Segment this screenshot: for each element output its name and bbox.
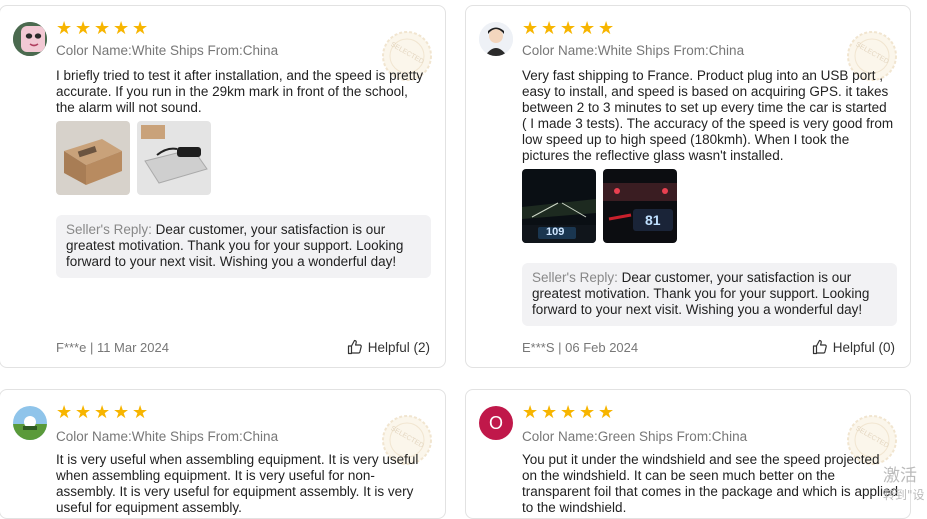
seller-reply: Seller's Reply: Dear customer, your sati…: [56, 215, 431, 278]
avatar-letter: O: [488, 412, 503, 433]
review-photo[interactable]: 109: [522, 169, 596, 243]
product-variant: Color Name:White Ships From:China: [56, 429, 279, 444]
star-icon: ★: [132, 18, 149, 38]
review-author-date: E***S | 06 Feb 2024: [522, 340, 639, 355]
star-icon: ★: [75, 402, 92, 422]
helpful-count: Helpful (0): [832, 339, 895, 355]
review-text: Very fast shipping to France. Product pl…: [522, 68, 894, 163]
star-icon: ★: [94, 18, 111, 38]
watermark-line-2: 转到"设: [883, 488, 925, 502]
seller-reply-label: Seller's Reply:: [532, 270, 618, 285]
reviewer-avatar: [13, 22, 47, 56]
helpful-button[interactable]: Helpful (2): [347, 339, 430, 355]
rating-stars: ★ ★ ★ ★ ★: [56, 18, 149, 38]
rating-stars: ★ ★ ★ ★ ★: [522, 18, 615, 38]
star-icon: ★: [56, 18, 73, 38]
watermark-line-1: 激活: [883, 466, 917, 486]
star-icon: ★: [541, 402, 558, 422]
rating-stars: ★ ★ ★ ★ ★: [56, 402, 149, 422]
reviewer-avatar: O: [479, 406, 513, 440]
seller-reply-label: Seller's Reply:: [66, 222, 152, 237]
reviewer-avatar: [13, 406, 47, 440]
review-author-date: F***e | 11 Mar 2024: [56, 340, 169, 355]
seller-reply: Seller's Reply: Dear customer, your sati…: [522, 263, 897, 326]
review-photo[interactable]: [56, 121, 130, 195]
review-photo[interactable]: 81: [603, 169, 677, 243]
star-icon: ★: [579, 18, 596, 38]
star-icon: ★: [522, 402, 539, 422]
star-icon: ★: [132, 402, 149, 422]
helpful-count: Helpful (2): [367, 339, 430, 355]
speed-display-photo-label: 109: [546, 226, 565, 238]
helpful-button[interactable]: Helpful (0): [812, 339, 895, 355]
product-variant: Color Name:White Ships From:China: [56, 43, 279, 58]
star-icon: ★: [94, 402, 111, 422]
review-card: ★ ★ ★ ★ ★ Color Name:White Ships From:Ch…: [0, 5, 446, 368]
activation-watermark-sub: 转到"设: [883, 486, 925, 503]
review-photo[interactable]: [137, 121, 211, 195]
star-icon: ★: [522, 18, 539, 38]
star-icon: ★: [598, 402, 615, 422]
star-icon: ★: [598, 18, 615, 38]
star-icon: ★: [541, 18, 558, 38]
reviewer-avatar: [479, 22, 513, 56]
speed-display-photo-label: 81: [645, 212, 661, 228]
review-card: O ★ ★ ★ ★ ★ Color Name:Green Ships From:…: [465, 389, 911, 519]
rating-stars: ★ ★ ★ ★ ★: [522, 402, 615, 422]
star-icon: ★: [579, 402, 596, 422]
star-icon: ★: [113, 18, 130, 38]
star-icon: ★: [560, 18, 577, 38]
star-icon: ★: [560, 402, 577, 422]
review-card: ★ ★ ★ ★ ★ Color Name:White Ships From:Ch…: [0, 389, 446, 519]
review-text: I briefly tried to test it after install…: [56, 68, 423, 115]
product-variant: Color Name:White Ships From:China: [522, 43, 745, 58]
activation-watermark: 激活: [883, 461, 917, 486]
star-icon: ★: [56, 402, 73, 422]
thumbs-up-icon: [347, 339, 362, 355]
star-icon: ★: [75, 18, 92, 38]
thumbs-up-icon: [812, 339, 827, 355]
review-photos: 109 81: [522, 169, 677, 243]
review-text: You put it under the windshield and see …: [522, 452, 898, 515]
review-text: It is very useful when assembling equipm…: [56, 452, 419, 515]
product-variant: Color Name:Green Ships From:China: [522, 429, 748, 444]
review-photos: [56, 121, 211, 195]
star-icon: ★: [113, 402, 130, 422]
review-card: ★ ★ ★ ★ ★ Color Name:White Ships From:Ch…: [465, 5, 911, 368]
